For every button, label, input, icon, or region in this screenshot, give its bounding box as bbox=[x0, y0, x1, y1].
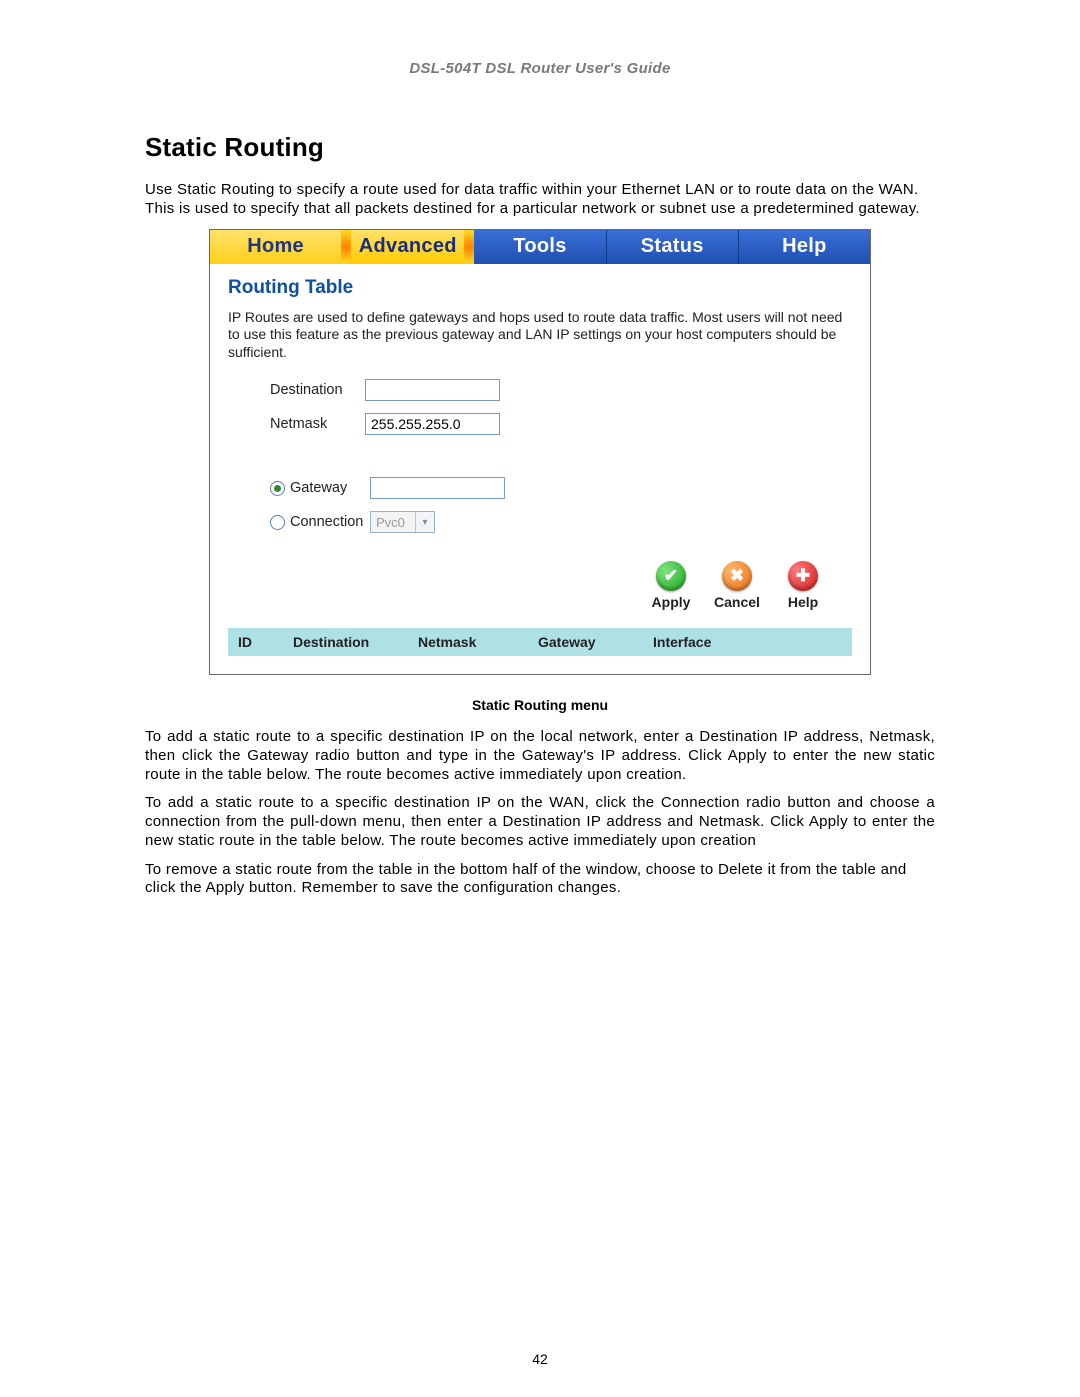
tab-status[interactable]: Status bbox=[607, 230, 739, 264]
cancel-label: Cancel bbox=[714, 594, 760, 610]
apply-label: Apply bbox=[652, 594, 691, 610]
row-destination: Destination bbox=[270, 379, 852, 401]
connection-selected-value: Pvc0 bbox=[376, 515, 405, 530]
gateway-input[interactable] bbox=[370, 477, 505, 499]
router-ui-screenshot: Home Advanced Tools Status Help Routing … bbox=[209, 229, 871, 676]
close-icon: ✖ bbox=[722, 561, 752, 591]
figure-caption: Static Routing menu bbox=[145, 697, 935, 713]
destination-label: Destination bbox=[270, 382, 365, 398]
row-connection: Connection Pvc0 ▾ bbox=[270, 511, 852, 533]
netmask-label: Netmask bbox=[270, 416, 365, 432]
panel-title: Routing Table bbox=[228, 277, 852, 299]
cancel-button[interactable]: ✖ Cancel bbox=[713, 561, 761, 610]
doc-header: DSL-504T DSL Router User's Guide bbox=[145, 60, 935, 77]
chevron-down-icon: ▾ bbox=[415, 512, 434, 532]
destination-input[interactable] bbox=[365, 379, 500, 401]
col-id: ID bbox=[238, 634, 293, 650]
row-netmask: Netmask bbox=[270, 413, 852, 435]
tab-bar: Home Advanced Tools Status Help bbox=[210, 230, 870, 264]
gateway-label: Gateway bbox=[290, 480, 347, 496]
help-button[interactable]: ✚ Help bbox=[779, 561, 827, 610]
tab-advanced[interactable]: Advanced bbox=[342, 230, 474, 264]
check-icon: ✔ bbox=[656, 561, 686, 591]
col-gateway: Gateway bbox=[538, 634, 653, 650]
col-destination: Destination bbox=[293, 634, 418, 650]
apply-button[interactable]: ✔ Apply bbox=[647, 561, 695, 610]
col-netmask: Netmask bbox=[418, 634, 538, 650]
tab-help[interactable]: Help bbox=[739, 230, 870, 264]
route-table: ID Destination Netmask Gateway Interface bbox=[228, 628, 852, 656]
tab-home[interactable]: Home bbox=[210, 230, 342, 264]
col-interface: Interface bbox=[653, 634, 753, 650]
page-title: Static Routing bbox=[145, 132, 935, 163]
gateway-radio[interactable] bbox=[270, 481, 285, 496]
instruction-p1: To add a static route to a specific dest… bbox=[145, 728, 935, 784]
instruction-p3: To remove a static route from the table … bbox=[145, 861, 935, 899]
help-label: Help bbox=[788, 594, 818, 610]
instruction-p2: To add a static route to a specific dest… bbox=[145, 794, 935, 850]
plus-icon: ✚ bbox=[788, 561, 818, 591]
page-number: 42 bbox=[0, 1351, 1080, 1367]
netmask-input[interactable] bbox=[365, 413, 500, 435]
panel-description: IP Routes are used to define gateways an… bbox=[228, 309, 852, 362]
connection-radio[interactable] bbox=[270, 515, 285, 530]
row-gateway: Gateway bbox=[270, 477, 852, 499]
connection-select[interactable]: Pvc0 ▾ bbox=[370, 511, 435, 533]
intro-paragraph: Use Static Routing to specify a route us… bbox=[145, 181, 935, 219]
tab-tools[interactable]: Tools bbox=[474, 230, 606, 264]
connection-label: Connection bbox=[290, 514, 363, 530]
